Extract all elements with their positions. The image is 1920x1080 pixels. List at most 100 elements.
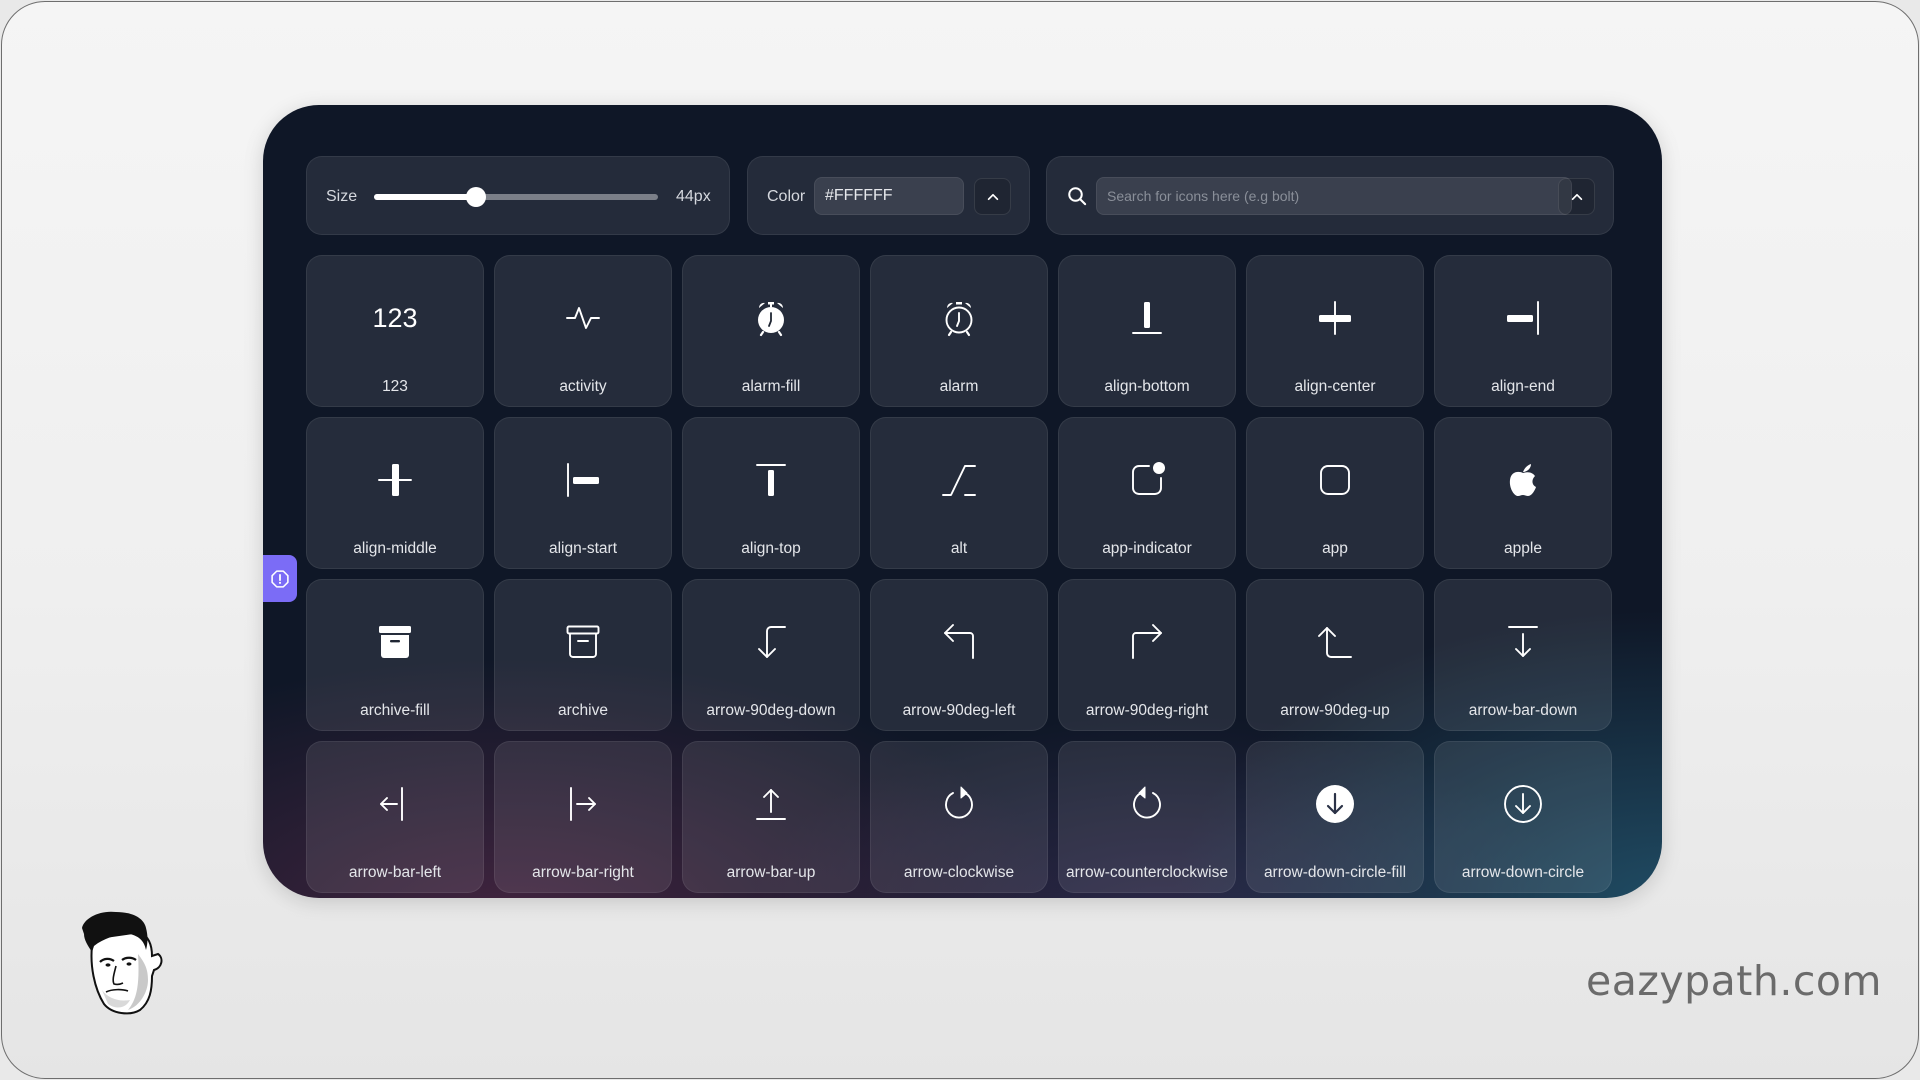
icon-preview	[307, 458, 483, 502]
icon-card-arrow-90deg-right[interactable]: arrow-90deg-right	[1058, 579, 1236, 731]
icon-card-activity[interactable]: activity	[494, 255, 672, 407]
icon-card-label: activity	[559, 378, 607, 395]
search-toggle-button[interactable]	[1558, 178, 1595, 215]
icon-card-align-end[interactable]: align-end	[1434, 255, 1612, 407]
icon-browser-app: Size 44px Color 123123acti	[263, 105, 1662, 898]
icon-preview	[495, 458, 671, 502]
icon-preview	[1059, 620, 1235, 664]
icon-card-alarm-fill[interactable]: alarm-fill	[682, 255, 860, 407]
icon-card-align-bottom[interactable]: align-bottom	[1058, 255, 1236, 407]
icon-card-label: apple	[1504, 540, 1542, 557]
icon-card-label: align-start	[548, 540, 618, 557]
icon-preview	[495, 782, 671, 826]
icon-preview	[871, 458, 1047, 502]
watermark-text: eazypath.com	[1586, 957, 1882, 1005]
icon-card-arrow-down-circle[interactable]: arrow-down-circle	[1434, 741, 1612, 893]
size-slider-thumb[interactable]	[466, 187, 487, 207]
arrow-down-circle-fill-icon	[1316, 785, 1354, 823]
icon-card-alt[interactable]: alt	[870, 417, 1048, 569]
icon-card-label: align-middle	[353, 540, 437, 557]
size-slider[interactable]	[374, 187, 658, 207]
icon-card-label: archive-fill	[360, 702, 430, 719]
align-center-icon	[1319, 301, 1351, 335]
icon-preview	[1059, 782, 1235, 826]
icon-card-label: align-top	[741, 540, 801, 557]
apple-icon	[1509, 464, 1536, 496]
icon-preview	[1247, 782, 1423, 826]
icon-card-align-start[interactable]: align-start	[494, 417, 672, 569]
icon-card-label: alt	[950, 540, 968, 557]
icon-card-arrow-bar-left[interactable]: arrow-bar-left	[306, 741, 484, 893]
arrow-bar-up-icon	[756, 789, 786, 820]
icon-card-arrow-bar-up[interactable]: arrow-bar-up	[682, 741, 860, 893]
icon-card-apple[interactable]: apple	[1434, 417, 1612, 569]
screen-frame: Size 44px Color 123123acti	[1, 1, 1919, 1079]
size-label: Size	[326, 188, 358, 205]
icon-preview	[871, 782, 1047, 826]
align-middle-icon	[378, 464, 412, 496]
icon-preview	[1247, 620, 1423, 664]
icon-card-align-center[interactable]: align-center	[1246, 255, 1424, 407]
icon-card-arrow-90deg-left[interactable]: arrow-90deg-left	[870, 579, 1048, 731]
icon-card-archive-fill[interactable]: archive-fill	[306, 579, 484, 731]
arrow-90deg-up-icon	[1318, 627, 1352, 658]
color-toggle-button[interactable]	[974, 178, 1011, 215]
icon-card-arrow-bar-right[interactable]: arrow-bar-right	[494, 741, 672, 893]
search-icon	[1067, 186, 1087, 206]
app-icon	[1320, 465, 1350, 495]
icon-card-123[interactable]: 123 123	[306, 255, 484, 407]
icon-preview	[1435, 458, 1611, 502]
icon-card-label: arrow-counterclockwise	[1066, 864, 1228, 881]
icon-card-label: arrow-down-circle	[1461, 864, 1585, 881]
icon-card-label: archive	[558, 702, 608, 719]
icon-card-label: 123	[382, 378, 408, 395]
123-icon: 123	[373, 303, 417, 333]
archive-fill-icon	[379, 626, 411, 658]
icon-card-alarm[interactable]: alarm	[870, 255, 1048, 407]
alarm-fill-icon	[758, 302, 784, 337]
icon-card-arrow-90deg-up[interactable]: arrow-90deg-up	[1246, 579, 1424, 731]
icon-preview	[1435, 296, 1611, 340]
icon-preview	[1247, 458, 1423, 502]
icon-preview	[495, 620, 671, 664]
icon-card-arrow-down-circle-fill[interactable]: arrow-down-circle-fill	[1246, 741, 1424, 893]
icon-card-label: arrow-90deg-up	[1280, 702, 1390, 719]
icon-grid: 123 123 activity alarm-fill alarm align-botto…	[306, 255, 1614, 893]
archive-icon	[566, 625, 600, 658]
size-slider-fill	[374, 194, 477, 200]
icon-card-arrow-90deg-down[interactable]: arrow-90deg-down	[682, 579, 860, 731]
search-input[interactable]	[1096, 177, 1572, 215]
alarm-icon	[945, 302, 973, 337]
search-panel	[1046, 156, 1614, 235]
icon-card-label: arrow-90deg-left	[902, 702, 1016, 719]
icon-preview	[307, 620, 483, 664]
icon-card-label: arrow-90deg-right	[1085, 702, 1209, 719]
arrow-90deg-left-icon	[944, 624, 974, 659]
activity-icon	[566, 307, 600, 329]
icon-card-align-middle[interactable]: align-middle	[306, 417, 484, 569]
icon-preview	[871, 296, 1047, 340]
alt-icon	[942, 465, 976, 496]
icon-preview	[1435, 782, 1611, 826]
icon-card-arrow-bar-down[interactable]: arrow-bar-down	[1434, 579, 1612, 731]
icon-card-app[interactable]: app	[1246, 417, 1424, 569]
arrow-bar-left-icon	[380, 787, 403, 821]
icon-card-arrow-counterclockwise[interactable]: arrow-counterclockwise	[1058, 741, 1236, 893]
icon-card-label: app-indicator	[1102, 540, 1192, 557]
icon-card-label: alarm-fill	[741, 378, 801, 395]
align-start-icon	[567, 463, 599, 497]
icon-card-label: align-center	[1294, 378, 1376, 395]
feedback-tab[interactable]	[263, 555, 297, 602]
align-end-icon	[1507, 301, 1539, 335]
icon-card-archive[interactable]: archive	[494, 579, 672, 731]
icon-card-arrow-clockwise[interactable]: arrow-clockwise	[870, 741, 1048, 893]
color-label: Color	[767, 188, 806, 205]
icon-preview: 123	[307, 296, 483, 340]
icon-card-label: arrow-90deg-down	[706, 702, 836, 719]
icon-card-align-top[interactable]: align-top	[682, 417, 860, 569]
icon-preview	[1059, 458, 1235, 502]
icon-card-app-indicator[interactable]: app-indicator	[1058, 417, 1236, 569]
size-value: 44px	[676, 188, 711, 205]
color-input[interactable]	[814, 177, 964, 215]
icon-card-label: arrow-bar-right	[532, 864, 634, 881]
